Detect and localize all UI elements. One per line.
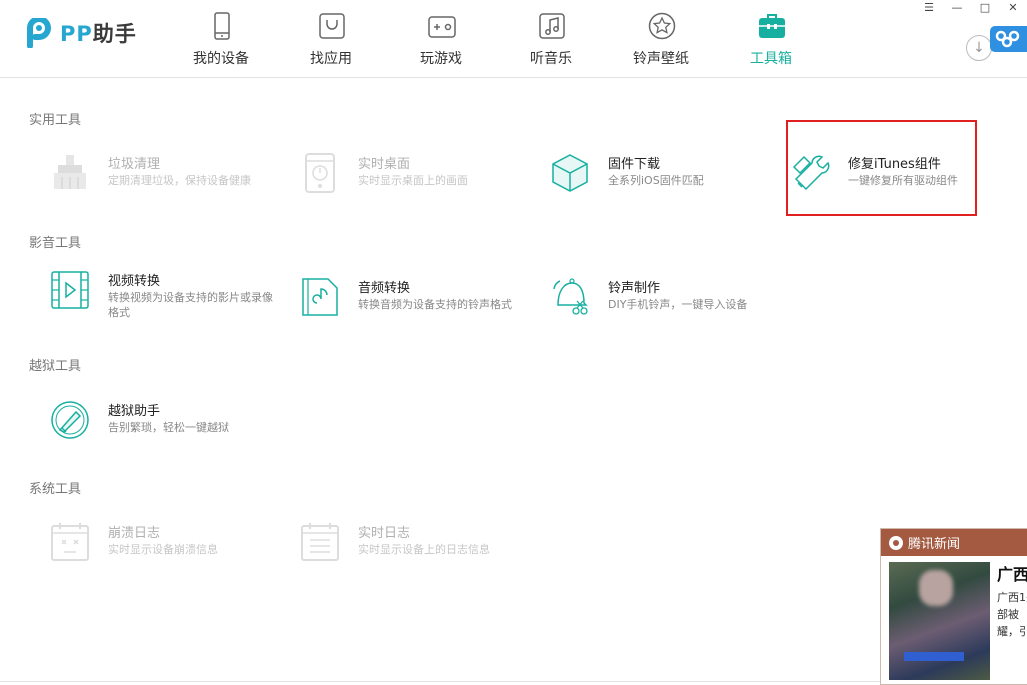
tool-name: 垃圾清理 <box>108 157 161 172</box>
tool-name: 音频转换 <box>358 281 411 296</box>
tool-junk-clean[interactable]: 垃圾清理 定期清理垃圾，保持设备健康 <box>50 153 290 203</box>
menu-button[interactable]: ☰ <box>915 0 943 14</box>
tool-name: 越狱助手 <box>108 404 161 419</box>
news-thumbnail[interactable] <box>889 562 990 680</box>
bottom-divider <box>0 681 880 682</box>
crash-log-icon <box>51 523 89 561</box>
bell-scissors-icon <box>553 278 588 315</box>
app-name: PP助手 <box>60 22 137 46</box>
tool-desc: 全系列iOS固件匹配 <box>608 174 704 187</box>
nav-label: 工具箱 <box>750 51 792 67</box>
live-log-icon <box>301 523 339 561</box>
tool-live-desktop[interactable]: 实时桌面 实时显示桌面上的画面 <box>300 153 540 203</box>
tool-audio-convert[interactable]: 音频转换 转换音频为设备支持的铃声格式 <box>300 277 540 327</box>
audio-file-icon <box>302 278 338 316</box>
tool-name: 视频转换 <box>108 274 161 289</box>
music-note-icon <box>539 13 565 39</box>
download-arrow-icon: ↓ <box>973 40 985 56</box>
video-film-icon <box>51 271 89 309</box>
nav-label: 我的设备 <box>193 51 249 67</box>
news-image-detail <box>904 652 964 661</box>
tool-desc: DIY手机铃声，一键导入设备 <box>608 298 748 311</box>
tool-ringtone-maker[interactable]: 铃声制作 DIY手机铃声，一键导入设备 <box>550 277 790 327</box>
section-title-system: 系统工具 <box>29 482 82 497</box>
tool-name: 固件下载 <box>608 157 661 172</box>
tool-desc: 实时显示桌面上的画面 <box>358 174 468 187</box>
tencent-news-logo-icon <box>889 535 903 550</box>
nav-my-device[interactable]: 我的设备 <box>166 0 276 78</box>
tool-live-log[interactable]: 实时日志 实时显示设备上的日志信息 <box>300 522 540 572</box>
section-title-jailbreak: 越狱工具 <box>29 359 82 374</box>
news-popup[interactable]: 腾讯新闻 广西 广西1头部被耀，引 <box>880 528 1027 685</box>
gamepad-icon <box>428 16 456 38</box>
tool-desc: 告别繁琐，轻松一键越狱 <box>108 421 229 434</box>
top-toolbar: PP助手 我的设备 找应用 玩游戏 听音乐 铃声壁纸 工具箱 ☰ — □ ✕ ↓ <box>0 0 1027 78</box>
jailbreak-icon <box>51 401 89 439</box>
news-title[interactable]: 广西 <box>997 561 1027 585</box>
tool-desc: 转换音频为设备支持的铃声格式 <box>358 298 512 311</box>
app-logo[interactable]: PP助手 <box>26 18 137 48</box>
cube-icon <box>552 154 588 192</box>
broom-icon <box>54 155 86 189</box>
device-screen-icon <box>305 153 335 193</box>
nav-find-apps[interactable]: 找应用 <box>276 0 386 78</box>
nav-ringtone-wallpaper[interactable]: 铃声壁纸 <box>606 0 716 78</box>
tool-desc: 定期清理垃圾，保持设备健康 <box>108 174 251 187</box>
nav-label: 听音乐 <box>530 51 572 67</box>
blurred-face <box>919 570 953 606</box>
close-button[interactable]: ✕ <box>999 0 1027 14</box>
tool-name: 实时桌面 <box>358 157 411 172</box>
cloud-button[interactable] <box>990 26 1027 52</box>
nav-label: 玩游戏 <box>420 51 462 67</box>
maximize-button[interactable]: □ <box>971 0 999 14</box>
tool-name: 铃声制作 <box>608 281 661 296</box>
tool-desc: 实时显示设备上的日志信息 <box>358 543 490 556</box>
news-text: 广西1头部被耀，引 <box>997 591 1027 638</box>
news-source: 腾讯新闻 <box>908 537 961 552</box>
window-controls: ☰ — □ ✕ <box>915 0 1027 14</box>
tool-desc: 转换视频为设备支持的影片或录像格式 <box>108 291 273 319</box>
section-title-media: 影音工具 <box>29 236 82 251</box>
tool-name: 实时日志 <box>358 526 411 541</box>
section-title-practical: 实用工具 <box>29 113 82 128</box>
tool-jailbreak-assistant[interactable]: 越狱助手 告别繁琐，轻松一键越狱 <box>50 400 290 450</box>
minimize-button[interactable]: — <box>943 0 971 14</box>
nav-label: 找应用 <box>310 51 352 67</box>
app-bag-icon <box>319 13 345 39</box>
nav-play-games[interactable]: 玩游戏 <box>386 0 496 78</box>
tool-video-convert[interactable]: 视频转换 转换视频为设备支持的影片或录像格式 <box>50 270 290 320</box>
nav-listen-music[interactable]: 听音乐 <box>496 0 606 78</box>
download-manager-button[interactable]: ↓ <box>966 35 992 61</box>
nav-label: 铃声壁纸 <box>633 51 689 67</box>
cloud-icon <box>995 30 1020 48</box>
toolbox-icon <box>759 14 785 38</box>
tool-desc: 实时显示设备崩溃信息 <box>108 543 218 556</box>
news-header: 腾讯新闻 <box>881 529 1027 556</box>
pp-logo-icon <box>27 18 51 48</box>
phone-icon <box>214 12 230 40</box>
tool-firmware-download[interactable]: 固件下载 全系列iOS固件匹配 <box>550 153 790 203</box>
nav-toolbox[interactable]: 工具箱 <box>716 0 826 78</box>
main-nav: 我的设备 找应用 玩游戏 听音乐 铃声壁纸 工具箱 <box>166 0 826 78</box>
highlight-box <box>786 120 977 216</box>
star-icon <box>648 12 676 40</box>
tool-crash-log[interactable]: 崩溃日志 实时显示设备崩溃信息 <box>50 522 290 572</box>
tool-name: 崩溃日志 <box>108 526 161 541</box>
